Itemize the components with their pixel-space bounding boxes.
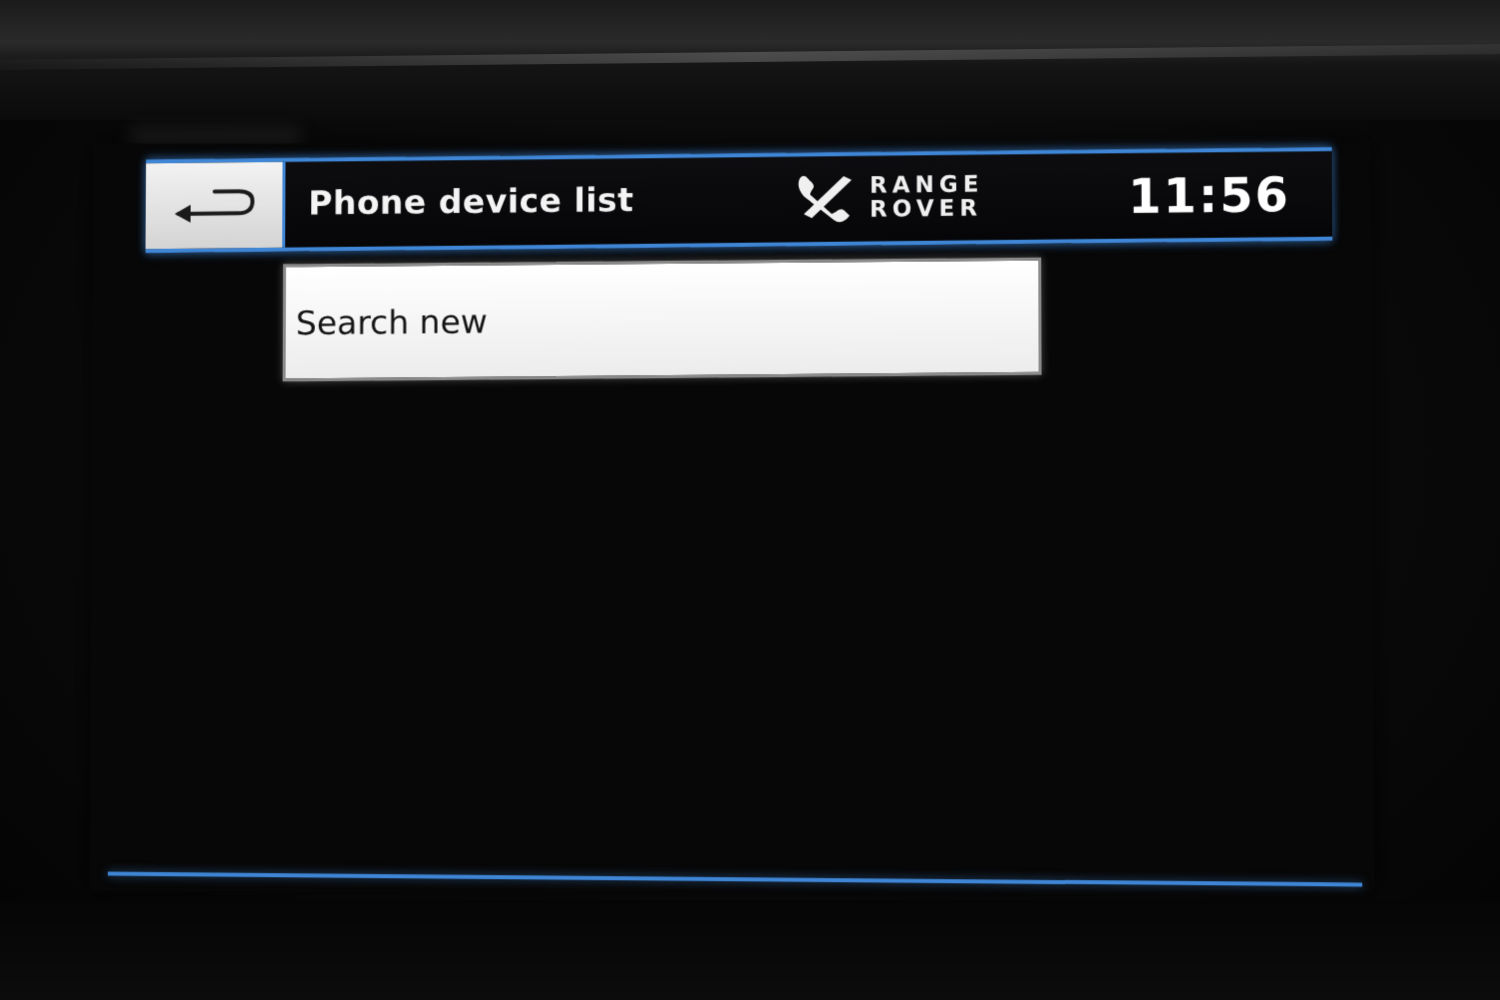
header-bar: Phone device list RANGE ROVER 11:56 xyxy=(145,147,1333,253)
phone-handset-icon xyxy=(794,172,856,224)
device-list: Search new xyxy=(110,257,1349,861)
infotainment-screen: Phone device list RANGE ROVER 11:56 Sear… xyxy=(89,143,1375,892)
brand-wordmark: RANGE ROVER xyxy=(869,171,984,223)
brand-line-2: ROVER xyxy=(869,195,983,223)
bezel-bottom xyxy=(0,900,1500,1000)
brand-logo: RANGE ROVER xyxy=(794,167,984,229)
clock: 11:56 xyxy=(1127,167,1291,225)
bottom-accent-line xyxy=(107,871,1363,887)
page-title: Phone device list xyxy=(308,180,634,223)
list-item-label: Search new xyxy=(295,301,488,343)
photo-frame: Phone device list RANGE ROVER 11:56 Sear… xyxy=(0,0,1500,1000)
list-item-search-new[interactable]: Search new xyxy=(282,257,1042,382)
back-button[interactable] xyxy=(145,162,286,249)
brand-line-1: RANGE xyxy=(869,171,984,199)
back-arrow-icon xyxy=(168,183,260,228)
